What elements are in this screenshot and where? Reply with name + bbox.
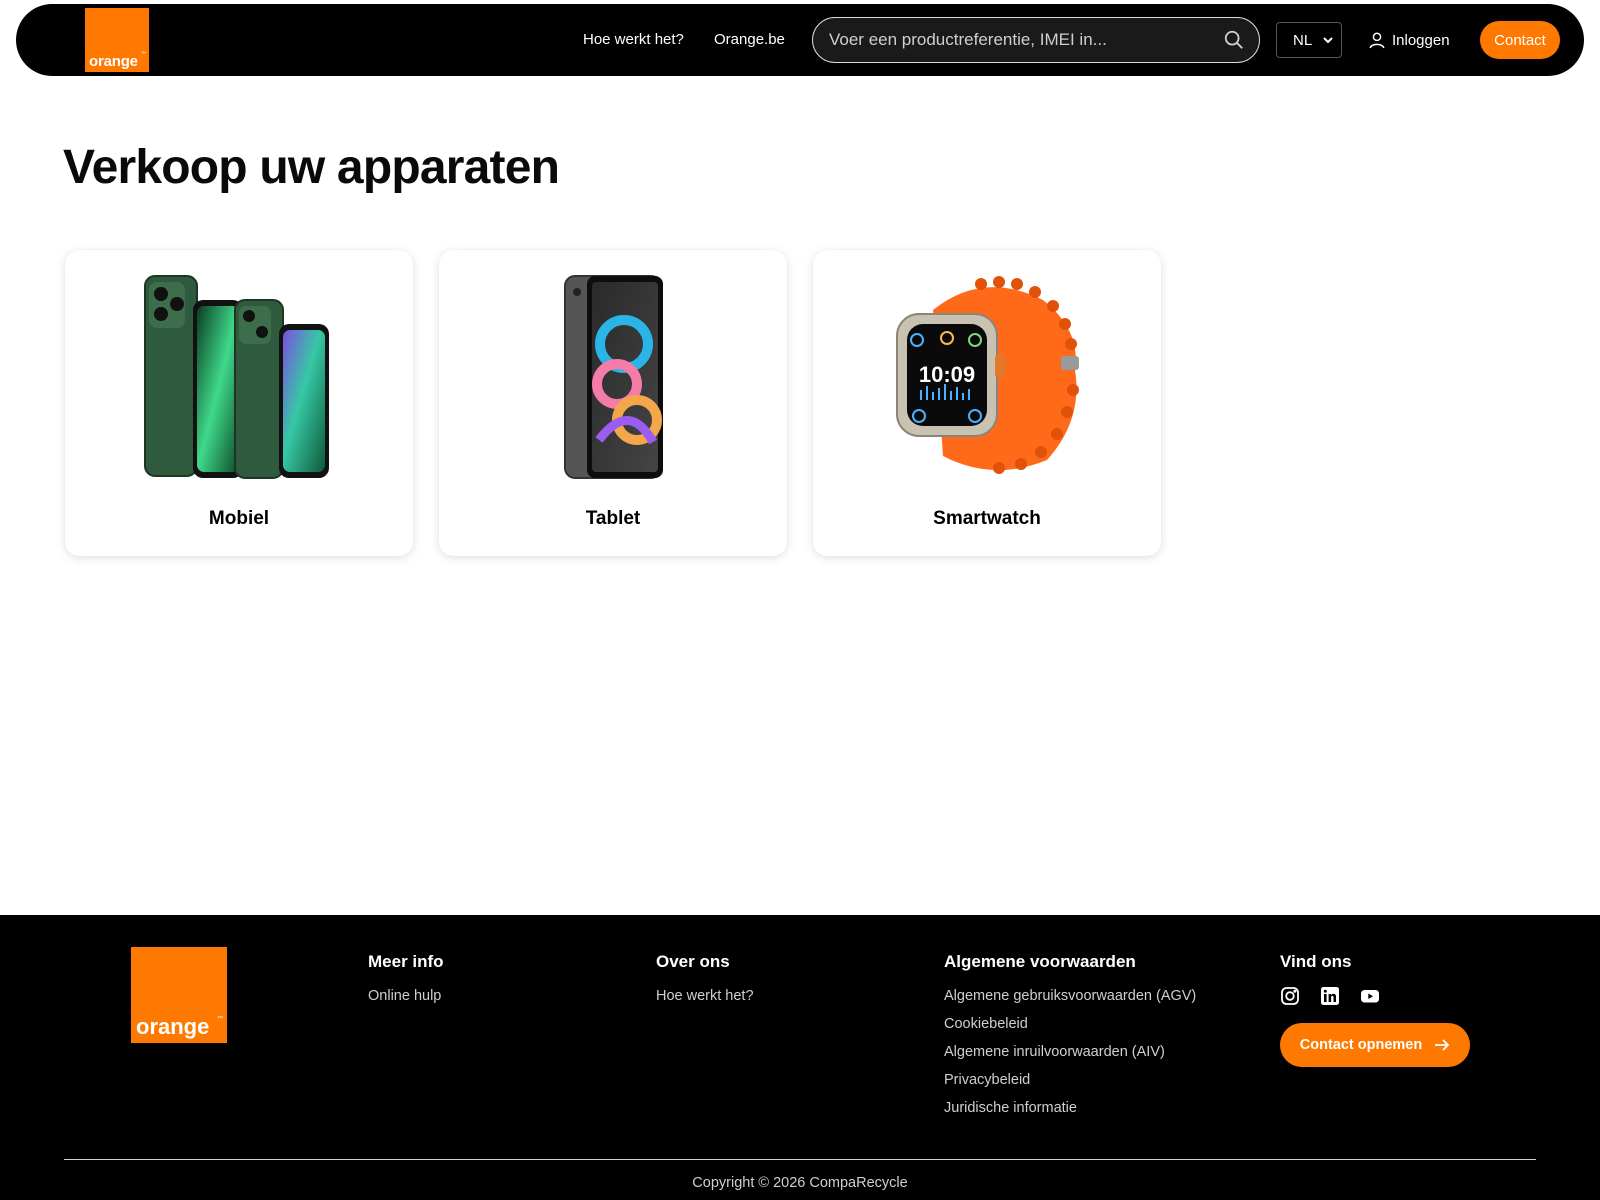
footer-column-over-ons: Over ons Hoe werkt het?: [656, 952, 754, 1016]
chevron-down-icon: [1323, 37, 1333, 44]
footer-link-privacybeleid[interactable]: Privacybeleid: [944, 1072, 1196, 1088]
nav-link-how-it-works[interactable]: Hoe werkt het?: [583, 31, 684, 48]
linkedin-icon[interactable]: [1320, 986, 1340, 1006]
contact-opnemen-button[interactable]: Contact opnemen: [1280, 1023, 1470, 1067]
footer-column-meer-info: Meer info Online hulp: [368, 952, 444, 1016]
arrow-right-icon: [1435, 1039, 1450, 1051]
cta-label: Contact opnemen: [1299, 1037, 1423, 1053]
footer-orange-logo[interactable]: orange ™: [131, 947, 227, 1043]
smartwatch-image: 10:09: [896, 276, 1079, 474]
category-card-tablet[interactable]: Tablet: [439, 250, 787, 556]
footer-logo-text: orange: [136, 1014, 210, 1039]
search-box: [812, 17, 1260, 63]
category-card-mobiel[interactable]: Mobiel: [65, 250, 413, 556]
top-navbar: orange ™ Hoe werkt het? Orange.be NL Inl…: [16, 4, 1584, 76]
user-icon: [1369, 32, 1385, 49]
instagram-icon[interactable]: [1280, 986, 1300, 1006]
footer-link-aiv[interactable]: Algemene inruilvoorwaarden (AIV): [944, 1044, 1196, 1060]
footer-heading: Meer info: [368, 952, 444, 971]
category-label: Tablet: [585, 508, 641, 529]
language-value: NL: [1293, 32, 1313, 49]
footer-heading: Over ons: [656, 952, 730, 971]
login-label: Inloggen: [1392, 32, 1450, 49]
footer-column-vind-ons: Vind ons: [1280, 952, 1380, 1006]
logo-text: orange: [89, 53, 138, 70]
category-label: Smartwatch: [933, 508, 1041, 529]
footer-link-agv[interactable]: Algemene gebruiksvoorwaarden (AGV): [944, 988, 1196, 1004]
page-title: Verkoop uw apparaten: [63, 141, 560, 194]
footer-heading: Vind ons: [1280, 952, 1352, 971]
nav-link-orange-be[interactable]: Orange.be: [714, 31, 785, 48]
social-links: [1280, 986, 1380, 1006]
login-link[interactable]: Inloggen: [1368, 31, 1450, 49]
youtube-icon[interactable]: [1360, 986, 1380, 1006]
category-label: Mobiel: [208, 508, 270, 529]
footer-heading: Algemene voorwaarden: [944, 952, 1136, 971]
category-card-smartwatch[interactable]: 10:09 Smartwatch: [813, 250, 1161, 556]
footer-divider: [64, 1159, 1536, 1160]
language-select[interactable]: NL: [1276, 22, 1342, 58]
footer-link-how-it-works[interactable]: Hoe werkt het?: [656, 988, 754, 1004]
footer-link-online-hulp[interactable]: Online hulp: [368, 988, 444, 1004]
footer-link-juridische-informatie[interactable]: Juridische informatie: [944, 1100, 1196, 1116]
phones-image: [144, 275, 329, 479]
search-icon[interactable]: [1223, 29, 1245, 51]
footer-column-algemene-voorwaarden: Algemene voorwaarden Algemene gebruiksvo…: [944, 952, 1196, 1128]
svg-text:10:09: 10:09: [919, 362, 975, 387]
contact-button[interactable]: Contact: [1480, 21, 1560, 59]
search-input[interactable]: [829, 18, 1209, 61]
orange-logo[interactable]: orange ™: [85, 8, 149, 72]
tablet-image: [564, 275, 663, 479]
footer-link-cookiebeleid[interactable]: Cookiebeleid: [944, 1016, 1196, 1032]
footer: orange ™ Meer info Online hulp Over ons …: [0, 915, 1600, 1200]
copyright-text: Copyright © 2026 CompaRecycle: [692, 1175, 908, 1191]
